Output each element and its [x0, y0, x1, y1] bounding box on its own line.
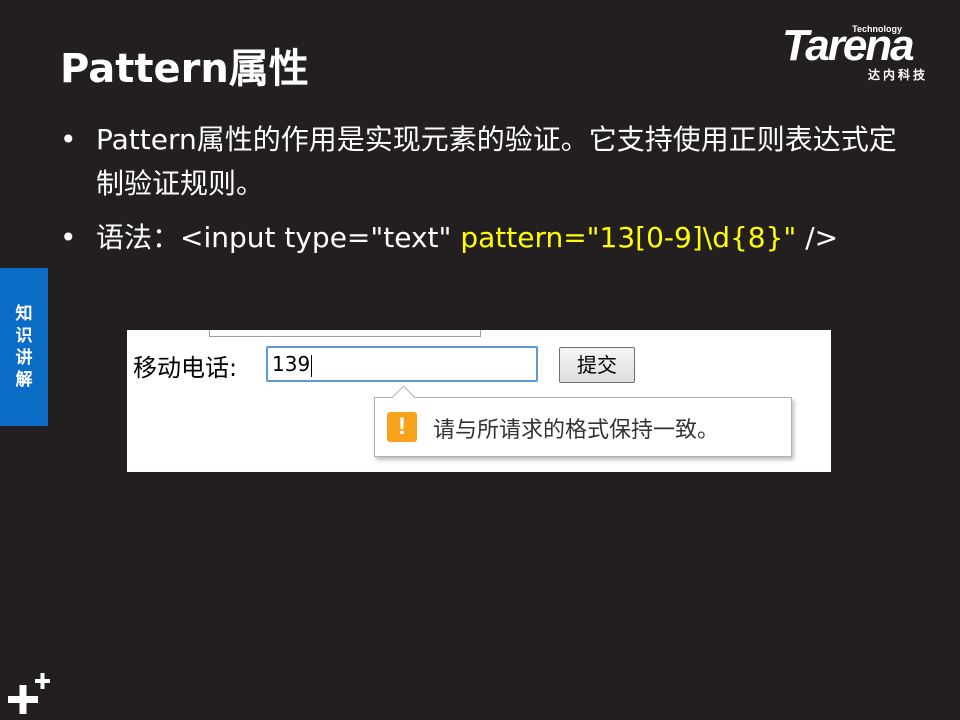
tarena-logo: Technology Tarena 达内科技	[782, 21, 944, 83]
plus-plus-logo-icon	[6, 670, 52, 716]
bullet-text: Pattern属性的作用是实现元素的验证。它支持使用正则表达式定制验证规则。	[96, 123, 897, 200]
side-tab-char: 讲	[15, 348, 33, 368]
side-tab-knowledge: 知 识 讲 解	[0, 268, 48, 426]
bullet-item: • Pattern属性的作用是实现元素的验证。它支持使用正则表达式定制验证规则。	[60, 118, 920, 206]
text-caret	[311, 354, 313, 377]
phone-input-value: 139	[272, 352, 311, 376]
submit-button[interactable]: 提交	[559, 347, 635, 383]
phone-input[interactable]: 139	[266, 346, 538, 382]
syntax-suffix: />	[796, 221, 839, 254]
previous-input-field[interactable]	[209, 330, 481, 337]
bullet-marker: •	[60, 221, 77, 254]
logo-subtitle-text: 达内科技	[867, 68, 928, 82]
syntax-prefix: 语法：<input type="text"	[96, 221, 461, 254]
side-tab-char: 识	[15, 326, 33, 346]
validation-tooltip: ! 请与所请求的格式保持一致。	[374, 385, 792, 457]
bullet-list: • Pattern属性的作用是实现元素的验证。它支持使用正则表达式定制验证规则。…	[60, 118, 920, 270]
slide-title: Pattern属性	[60, 46, 309, 92]
form-screenshot: 移动电话: 139 提交 ! 请与所请求的格式保持一致。	[127, 330, 831, 472]
phone-label: 移动电话:	[133, 354, 238, 382]
side-tab-char: 知	[15, 304, 33, 324]
bullet-item: • 语法：<input type="text" pattern="13[0-9]…	[60, 216, 920, 260]
logo-brand-text: Tarena	[782, 21, 915, 70]
syntax-pattern-highlight: pattern="13[0-9]\d{8}"	[460, 221, 797, 254]
validation-message: 请与所请求的格式保持一致。	[433, 418, 720, 443]
warning-icon: !	[387, 412, 417, 442]
side-tab-char: 解	[15, 370, 33, 390]
bullet-marker: •	[60, 123, 77, 156]
tooltip-arrow	[391, 385, 416, 410]
